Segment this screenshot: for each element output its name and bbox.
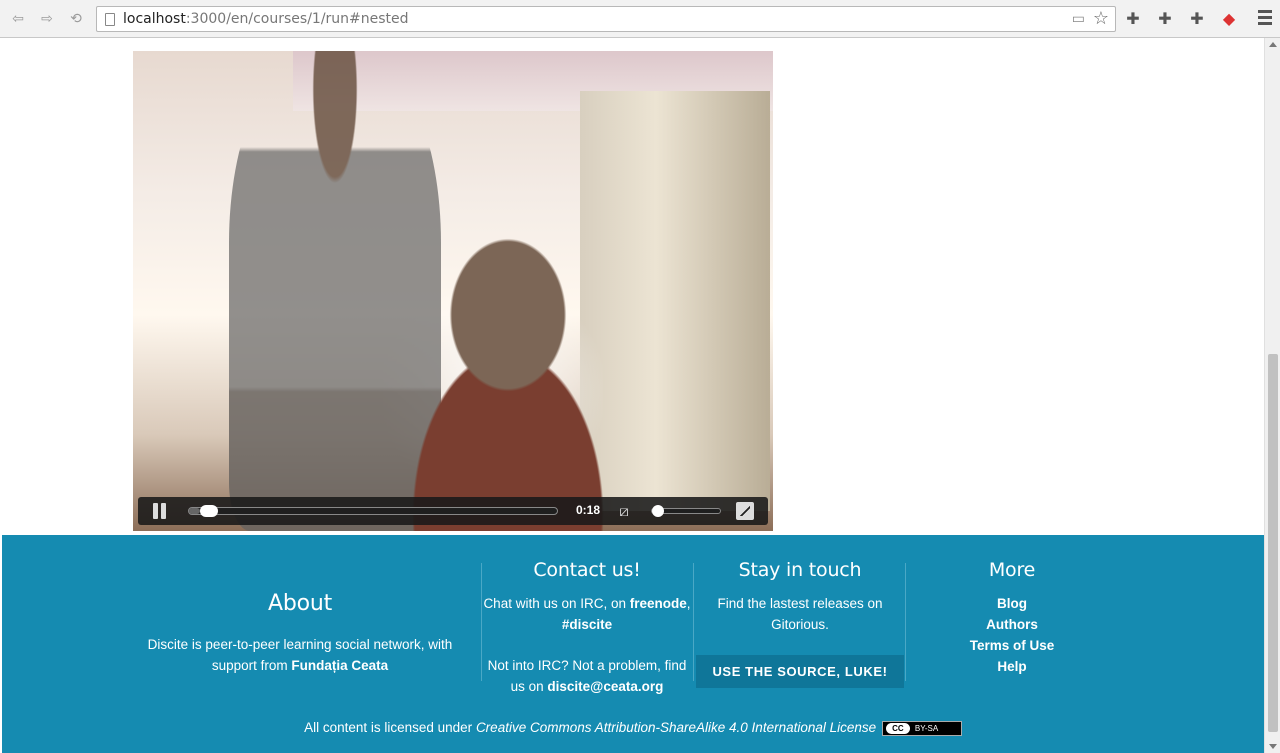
blog-link[interactable]: Blog: [906, 593, 1118, 614]
cc-icon: CC: [885, 722, 910, 734]
forward-arrow-icon[interactable]: ⇨: [37, 9, 57, 29]
extension-puzzle-icon[interactable]: ✚: [1187, 9, 1207, 29]
url-text[interactable]: localhost:3000/en/courses/1/run#nested: [123, 11, 409, 27]
license-link[interactable]: Creative Commons Attribution-ShareAlike …: [476, 720, 876, 735]
muted-speaker-icon[interactable]: ⧄: [615, 502, 633, 520]
mail-text: Not into IRC? Not a problem, find us on …: [487, 658, 687, 694]
scrollbar-thumb[interactable]: [1268, 354, 1278, 732]
irc-text: Chat with us on IRC, on freenode, #disci…: [483, 596, 691, 632]
footer-contact: Contact us! Chat with us on IRC, on free…: [482, 560, 692, 697]
volume-handle[interactable]: [652, 505, 664, 517]
pause-button[interactable]: [152, 503, 168, 519]
footer-more: More Blog Authors Terms of Use Help: [906, 560, 1118, 677]
cc-license-badge[interactable]: CC BY-SA: [881, 720, 962, 736]
terms-link[interactable]: Terms of Use: [906, 635, 1118, 656]
freenode-link[interactable]: freenode: [630, 596, 687, 611]
menu-icon[interactable]: [1258, 10, 1272, 28]
ceata-link[interactable]: Fundația Ceata: [291, 658, 388, 673]
video-progress-bar[interactable]: [188, 505, 558, 517]
authors-link[interactable]: Authors: [906, 614, 1118, 635]
extension-puzzle-icon[interactable]: ✚: [1155, 9, 1175, 29]
vertical-scrollbar[interactable]: [1264, 38, 1280, 753]
browser-toolbar: ⇦ ⇨ ⟲ localhost:3000/en/courses/1/run#ne…: [0, 0, 1280, 38]
current-time: 0:18: [575, 503, 601, 517]
help-link[interactable]: Help: [906, 656, 1118, 677]
progress-handle[interactable]: [200, 505, 219, 517]
site-footer: About Discite is peer-to-peer learning s…: [2, 535, 1264, 753]
pause-icon: [153, 503, 158, 519]
back-arrow-icon[interactable]: ⇦: [8, 9, 28, 29]
about-title: About: [267, 591, 333, 616]
discite-channel-link[interactable]: #discite: [562, 617, 612, 632]
more-title: More: [988, 559, 1036, 581]
footer-stay: Stay in touch Find the lastest releases …: [694, 560, 906, 688]
camera-icon[interactable]: ▭: [1072, 11, 1085, 27]
volume-slider[interactable]: [651, 505, 721, 517]
releases-text: Find the lastest releases on Gitorious.: [717, 596, 883, 632]
video-frame-person: [343, 231, 673, 531]
email-link[interactable]: discite@ceata.org: [547, 679, 663, 694]
progress-fill: [189, 508, 201, 514]
license-line: All content is licensed under Creative C…: [2, 720, 1264, 736]
page-icon: [105, 13, 115, 26]
page-viewport: 0:18 ⧄ About Discite is peer-to-peer lea…: [2, 38, 1264, 753]
reload-icon[interactable]: ⟲: [66, 9, 86, 29]
extension-mascot-icon[interactable]: ◆: [1219, 9, 1239, 29]
scroll-up-icon[interactable]: [1269, 42, 1277, 47]
video-controls: 0:18 ⧄: [138, 497, 768, 525]
fullscreen-icon[interactable]: [736, 502, 754, 520]
bookmark-star-icon[interactable]: ☆: [1093, 8, 1109, 29]
footer-about: About Discite is peer-to-peer learning s…: [142, 593, 458, 676]
use-source-button[interactable]: USE THE SOURCE, LUKE!: [696, 655, 904, 688]
by-sa-label: BY-SA: [914, 723, 939, 733]
contact-title: Contact us!: [533, 559, 641, 581]
address-bar[interactable]: localhost:3000/en/courses/1/run#nested ▭…: [96, 6, 1116, 32]
url-path: :3000/en/courses/1/run#nested: [185, 11, 409, 27]
license-prefix: All content is licensed under: [304, 720, 476, 735]
url-host: localhost: [123, 11, 186, 27]
extension-puzzle-icon[interactable]: ✚: [1123, 9, 1143, 29]
about-text: Discite is peer-to-peer learning social …: [147, 637, 453, 673]
scroll-down-icon[interactable]: [1269, 744, 1277, 749]
stay-title: Stay in touch: [738, 559, 862, 581]
video-player[interactable]: [133, 51, 773, 531]
